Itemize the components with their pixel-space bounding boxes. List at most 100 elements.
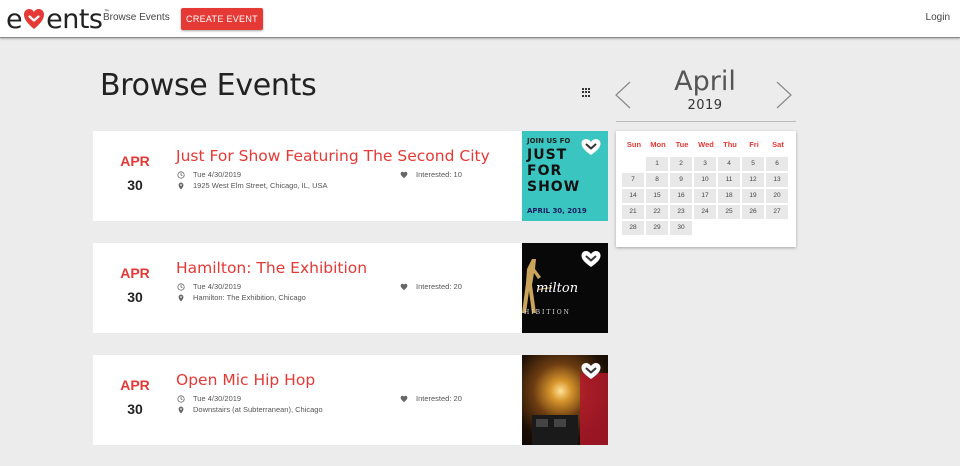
calendar-day[interactable]: 27 xyxy=(766,205,788,219)
event-datetime: Tue 4/30/2019 xyxy=(177,394,241,403)
calendar-day[interactable]: 14 xyxy=(622,189,644,203)
calendar-day[interactable]: 30 xyxy=(670,221,692,235)
calendar-day[interactable]: 12 xyxy=(742,173,764,187)
event-day: 30 xyxy=(127,289,143,305)
calendar-day[interactable]: 15 xyxy=(646,189,668,203)
calendar-day[interactable]: 13 xyxy=(766,173,788,187)
map-pin-icon xyxy=(178,406,184,414)
event-interest: Interested: 20 xyxy=(400,394,462,403)
calendar-day[interactable]: 1 xyxy=(646,157,668,171)
calendar-day[interactable]: 24 xyxy=(694,205,716,219)
calendar-day[interactable]: 10 xyxy=(694,173,716,187)
event-date-block: APR 30 xyxy=(93,263,177,305)
page-title: Browse Events xyxy=(100,68,317,103)
event-day: 30 xyxy=(127,401,143,417)
favorite-heart-icon[interactable] xyxy=(580,137,602,157)
event-title[interactable]: Just For Show Featuring The Second City xyxy=(176,147,490,165)
calendar-day[interactable]: 8 xyxy=(646,173,668,187)
calendar-day[interactable]: 18 xyxy=(718,189,740,203)
event-image-caption: APRIL 30, 2019 xyxy=(527,207,587,215)
event-image-caption: SHOW xyxy=(527,179,581,195)
event-location: 1925 West Elm Street, Chicago, IL, USA xyxy=(177,181,328,190)
event-image-caption: JOIN US FO xyxy=(527,137,571,145)
login-link[interactable]: Login xyxy=(926,12,950,23)
calendar-day[interactable]: 5 xyxy=(742,157,764,171)
calendar-day[interactable]: 6 xyxy=(766,157,788,171)
calendar-day[interactable]: 20 xyxy=(766,189,788,203)
event-image-caption: FOR xyxy=(527,163,563,179)
event-image-caption: JUST xyxy=(527,147,568,163)
event-date-block: APR 30 xyxy=(93,151,177,193)
event-image-caption: milton xyxy=(536,281,579,296)
event-card[interactable]: APR 30 Open Mic Hip Hop Tue 4/30/2019 Do… xyxy=(93,355,608,445)
calendar-day[interactable]: 19 xyxy=(742,189,764,203)
calendar-day[interactable]: 4 xyxy=(718,157,740,171)
calendar-day[interactable]: 7 xyxy=(622,173,644,187)
clock-icon xyxy=(177,282,185,291)
event-location: Downstairs (at Subterranean), Chicago xyxy=(177,405,323,414)
calendar-day[interactable]: 21 xyxy=(622,205,644,219)
event-title[interactable]: Open Mic Hip Hop xyxy=(176,371,315,389)
event-image[interactable] xyxy=(522,355,608,445)
calendar-day[interactable]: 28 xyxy=(622,221,644,235)
calendar-empty-cell xyxy=(622,157,644,171)
calendar-day[interactable]: 2 xyxy=(670,157,692,171)
event-location-text: Downstairs (at Subterranean), Chicago xyxy=(193,405,323,414)
grid-icon[interactable] xyxy=(582,88,591,97)
event-date-text: Tue 4/30/2019 xyxy=(193,394,242,403)
clock-icon xyxy=(177,394,185,403)
heart-icon xyxy=(400,283,408,290)
favorite-heart-icon[interactable] xyxy=(580,361,602,381)
event-interest-count: Interested: 10 xyxy=(416,170,462,179)
event-interest-count: Interested: 20 xyxy=(416,394,462,403)
calendar-day[interactable]: 16 xyxy=(670,189,692,203)
map-pin-icon xyxy=(178,294,184,302)
event-interest: Interested: 20 xyxy=(400,282,462,291)
event-card[interactable]: APR 30 Just For Show Featuring The Secon… xyxy=(93,131,608,221)
calendar-weekdays: Sun Mon Tue Wed Thu Fri Sat xyxy=(622,140,790,149)
calendar-month: April xyxy=(674,66,736,97)
calendar: Sun Mon Tue Wed Thu Fri Sat 1 2 3 4 5 6 7 8 9 10 1… xyxy=(616,131,796,247)
logo-heart-icon xyxy=(24,9,45,29)
event-month: APR xyxy=(120,265,150,281)
chevron-right-icon[interactable] xyxy=(774,80,794,110)
weekday-label: Sun xyxy=(626,140,642,149)
weekday-label: Wed xyxy=(698,140,714,149)
event-image[interactable]: milton HIBITION xyxy=(522,243,608,333)
calendar-day[interactable]: 17 xyxy=(694,189,716,203)
event-location: Hamilton: The Exhibition, Chicago xyxy=(177,293,306,302)
calendar-day[interactable]: 25 xyxy=(718,205,740,219)
top-navbar: e ents ™ Browse Events CREATE EVENT Logi… xyxy=(0,0,960,38)
event-interest: Interested: 10 xyxy=(400,170,462,179)
weekday-label: Fri xyxy=(749,140,759,149)
calendar-divider xyxy=(616,121,796,122)
browse-events-link[interactable]: Browse Events xyxy=(103,12,170,23)
event-datetime: Tue 4/30/2019 xyxy=(177,170,241,179)
event-image[interactable]: JOIN US FO JUST FOR SHOW APRIL 30, 2019 xyxy=(522,131,608,221)
calendar-day[interactable]: 22 xyxy=(646,205,668,219)
event-card[interactable]: APR 30 Hamilton: The Exhibition Tue 4/30… xyxy=(93,243,608,333)
calendar-day[interactable]: 3 xyxy=(694,157,716,171)
weekday-label: Tue xyxy=(675,140,689,149)
site-logo[interactable]: e ents ™ xyxy=(6,3,109,35)
calendar-year: 2019 xyxy=(687,98,723,113)
calendar-day-grid: 1 2 3 4 5 6 7 8 9 10 11 12 13 14 15 16 17 18 19 20 21 22 23 24 2… xyxy=(622,157,788,235)
heart-icon xyxy=(400,395,408,402)
create-event-button[interactable]: CREATE EVENT xyxy=(181,8,263,30)
event-date-text: Tue 4/30/2019 xyxy=(193,170,242,179)
event-day: 30 xyxy=(127,177,143,193)
calendar-day[interactable]: 11 xyxy=(718,173,740,187)
event-date-block: APR 30 xyxy=(93,375,177,417)
chevron-left-icon[interactable] xyxy=(613,80,633,110)
calendar-day[interactable]: 23 xyxy=(670,205,692,219)
logo-text-end: ents xyxy=(46,3,103,35)
calendar-day[interactable]: 9 xyxy=(670,173,692,187)
calendar-day[interactable]: 29 xyxy=(646,221,668,235)
event-month: APR xyxy=(120,377,150,393)
favorite-heart-icon[interactable] xyxy=(580,249,602,269)
weekday-label: Thu xyxy=(723,140,737,149)
event-title[interactable]: Hamilton: The Exhibition xyxy=(176,259,367,277)
logo-text-start: e xyxy=(6,3,23,35)
event-location-text: 1925 West Elm Street, Chicago, IL, USA xyxy=(193,181,328,190)
calendar-day[interactable]: 26 xyxy=(742,205,764,219)
